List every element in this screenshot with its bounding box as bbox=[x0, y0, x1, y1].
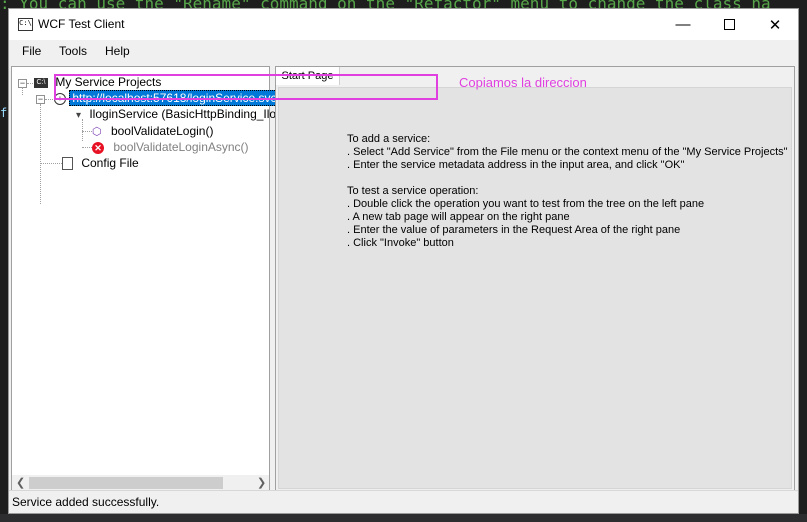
service-tree[interactable]: − C:\ My Service Projects − + http://loc… bbox=[11, 66, 292, 492]
menu-file[interactable]: File bbox=[22, 44, 41, 58]
menu-help[interactable]: Help bbox=[105, 44, 130, 58]
test-service-step-1: . Double click the operation you want to… bbox=[347, 198, 705, 210]
tree-line bbox=[45, 99, 53, 100]
annotation-highlight-box bbox=[54, 74, 438, 100]
error-icon: ✕ bbox=[92, 141, 104, 154]
interface-icon: ▾ bbox=[76, 110, 82, 121]
add-service-heading: To add a service: bbox=[347, 133, 431, 145]
tree-line bbox=[82, 147, 92, 148]
console-icon: C:\ bbox=[34, 77, 48, 88]
file-icon bbox=[62, 157, 73, 171]
maximize-button[interactable] bbox=[706, 9, 752, 40]
annotation-text: Copiamos la direccion bbox=[459, 75, 587, 90]
operation-icon: ⬡ bbox=[92, 126, 102, 138]
op2-label: boolValidateLoginAsync() bbox=[113, 140, 249, 154]
tree-line bbox=[27, 83, 33, 84]
tree-line bbox=[40, 104, 41, 204]
start-page-content: To add a service: . Select "Add Service"… bbox=[278, 87, 792, 489]
add-service-step-2: . Enter the service metadata address in … bbox=[347, 159, 685, 171]
tree-horizontal-scrollbar[interactable]: ❮ ❯ bbox=[12, 475, 269, 491]
maximize-icon bbox=[723, 19, 735, 30]
scroll-thumb[interactable] bbox=[29, 477, 223, 489]
config-label: Config File bbox=[81, 156, 139, 170]
add-service-step-1: . Select "Add Service" from the File men… bbox=[347, 146, 788, 158]
tree-line bbox=[40, 163, 62, 164]
op1-label: boolValidateLogin() bbox=[110, 124, 214, 138]
background-taskbar bbox=[0, 514, 807, 522]
minimize-button[interactable]: — bbox=[660, 9, 706, 40]
tree-line bbox=[82, 131, 92, 132]
scroll-left-icon[interactable]: ❮ bbox=[16, 476, 25, 489]
test-service-step-3: . Enter the value of parameters in the R… bbox=[347, 224, 681, 236]
test-service-heading: To test a service operation: bbox=[347, 185, 479, 197]
background-glyph: f bbox=[0, 106, 8, 120]
tree-line bbox=[22, 87, 23, 95]
menu-bar: File Tools Help bbox=[9, 40, 798, 60]
title-bar[interactable]: C:\ WCF Test Client — ✕ bbox=[9, 9, 798, 40]
window-title: WCF Test Client bbox=[38, 17, 125, 31]
scroll-right-icon[interactable]: ❯ bbox=[257, 476, 266, 489]
test-service-step-2: . A new tab page will appear on the righ… bbox=[347, 211, 570, 223]
background-editor-left: f bbox=[0, 14, 8, 522]
tree-line bbox=[82, 119, 83, 141]
tree-op-validate-login-async[interactable]: ✕ boolValidateLoginAsync() bbox=[92, 140, 249, 154]
close-button[interactable]: ✕ bbox=[752, 9, 798, 40]
status-text: Service added successfully. bbox=[12, 495, 160, 509]
right-pane: Start Page To add a service: . Select "A… bbox=[275, 66, 795, 492]
test-service-step-4: . Click "Invoke" button bbox=[347, 237, 454, 249]
tree-config-file[interactable]: Config File bbox=[62, 156, 139, 171]
tree-op-validate-login[interactable]: ⬡ boolValidateLogin() bbox=[92, 124, 213, 138]
collapse-endpoint-icon[interactable]: − bbox=[36, 95, 45, 104]
status-bar: Service added successfully. bbox=[9, 490, 798, 513]
tree-contract[interactable]: ▾ IloginService (BasicHttpBinding_Ilogin bbox=[76, 107, 292, 121]
app-icon: C:\ bbox=[18, 18, 33, 31]
background-editor-right bbox=[799, 14, 807, 522]
contract-label: IloginService (BasicHttpBinding_Ilogin bbox=[89, 107, 293, 121]
menu-tools[interactable]: Tools bbox=[59, 44, 87, 58]
